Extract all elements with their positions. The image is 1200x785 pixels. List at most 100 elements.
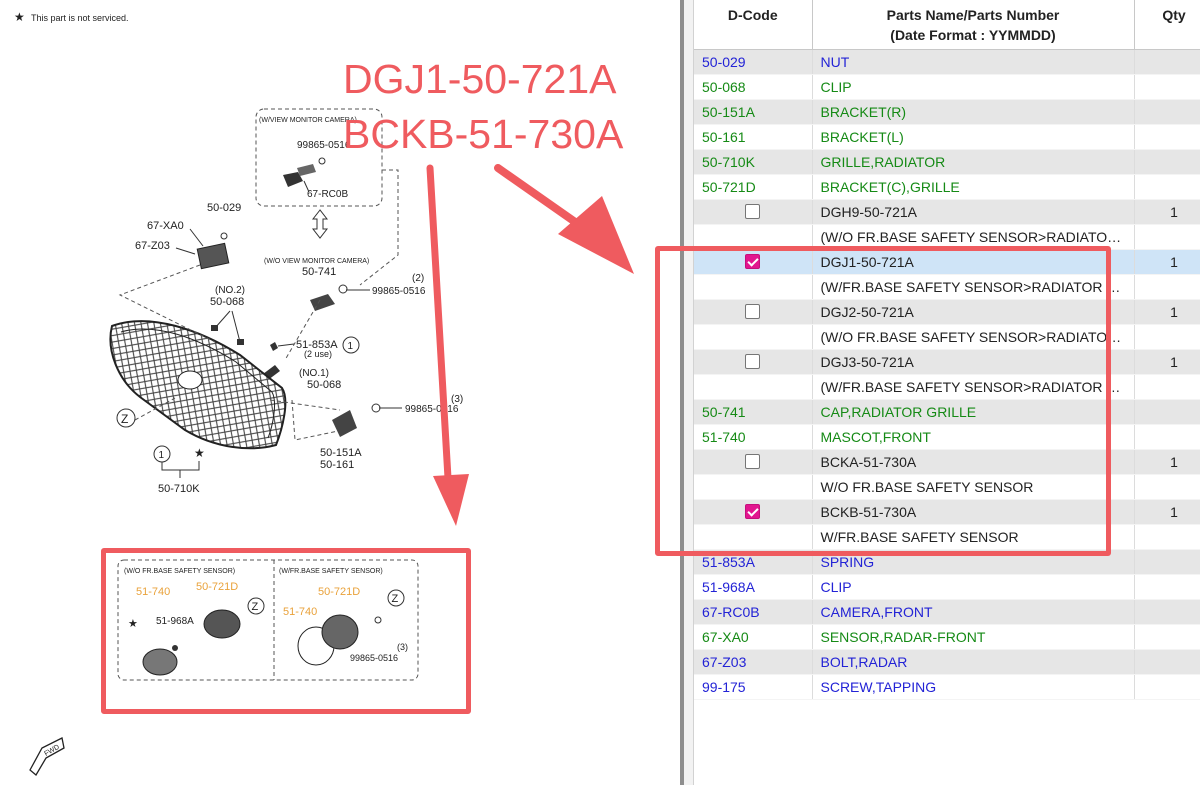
table-row-option[interactable]: BCKB-51-730A 1 — [694, 499, 1200, 525]
checkbox-unchecked[interactable] — [745, 304, 761, 320]
dcode-link[interactable]: 50-741 — [694, 399, 813, 425]
option-checkbox-cell — [694, 299, 813, 325]
table-header-row: D-Code Parts Name/Parts Number (Date For… — [694, 0, 1200, 50]
part-name-link[interactable]: BRACKET(R) — [812, 99, 1135, 125]
table-row-part[interactable]: 50-151A BRACKET(R) — [694, 99, 1200, 125]
checkbox-unchecked[interactable] — [745, 354, 761, 370]
dcode-link[interactable]: 67-XA0 — [694, 624, 813, 650]
parts-list-panel: D-Code Parts Name/Parts Number (Date For… — [694, 0, 1200, 785]
table-row-part[interactable]: 50-721D BRACKET(C),GRILLE — [694, 174, 1200, 200]
svg-text:(NO.1): (NO.1) — [299, 368, 329, 379]
part-name-link[interactable]: CLIP — [812, 574, 1135, 600]
column-header-parts-name[interactable]: Parts Name/Parts Number (Date Format : Y… — [812, 0, 1135, 50]
radiator-grille-icon — [109, 320, 287, 450]
qty-cell: 1 — [1134, 299, 1200, 325]
qty-cell — [1134, 649, 1200, 675]
table-row-option[interactable]: DGJ1-50-721A 1 — [694, 249, 1200, 275]
dcode-link[interactable]: 50-151A — [694, 99, 813, 125]
double-arrow-icon — [311, 209, 329, 239]
svg-text:67-XA0: 67-XA0 — [147, 220, 184, 232]
svg-text:51-740: 51-740 — [136, 586, 170, 598]
dcode-link[interactable]: 50-721D — [694, 174, 813, 200]
fwd-arrow-icon: FWD — [29, 737, 65, 776]
empty-cell — [694, 374, 813, 400]
qty-cell — [1134, 399, 1200, 425]
part-name-link[interactable]: BRACKET(C),GRILLE — [812, 174, 1135, 200]
dcode-link[interactable]: 50-161 — [694, 124, 813, 150]
part-name-link[interactable]: MASCOT,FRONT — [812, 424, 1135, 450]
part-name-link[interactable]: CAP,RADIATOR GRILLE — [812, 399, 1135, 425]
table-row-option[interactable]: DGJ2-50-721A 1 — [694, 299, 1200, 325]
part-number: DGJ3-50-721A — [812, 349, 1135, 375]
table-row-part[interactable]: 99-175 SCREW,TAPPING — [694, 674, 1200, 700]
qty-cell — [1134, 274, 1200, 300]
star-icon: ★ — [128, 618, 138, 630]
table-row-part[interactable]: 50-068 CLIP — [694, 74, 1200, 100]
option-condition-note: W/FR.BASE SAFETY SENSOR — [812, 524, 1135, 550]
dcode-link[interactable]: 50-068 — [694, 74, 813, 100]
table-row-part[interactable]: 50-741 CAP,RADIATOR GRILLE — [694, 399, 1200, 425]
table-row-part[interactable]: 51-740 MASCOT,FRONT — [694, 424, 1200, 450]
option-condition-note: (W/O FR.BASE SAFETY SENSOR>RADIATOR GRIL… — [812, 224, 1135, 250]
table-row-part[interactable]: 51-853A SPRING — [694, 549, 1200, 575]
svg-text:(3): (3) — [397, 642, 408, 652]
dcode-link[interactable]: 51-853A — [694, 549, 813, 575]
part-name-link[interactable]: BOLT,RADAR — [812, 649, 1135, 675]
qty-cell — [1134, 599, 1200, 625]
dcode-link[interactable]: 50-029 — [694, 49, 813, 75]
qty-cell — [1134, 549, 1200, 575]
part-name-link[interactable]: SPRING — [812, 549, 1135, 575]
svg-text:Z: Z — [252, 601, 259, 613]
svg-text:Z: Z — [392, 593, 399, 605]
table-row-part[interactable]: 67-RC0B CAMERA,FRONT — [694, 599, 1200, 625]
parts-diagram-panel: ★ This part is not serviced. (W/VIEW MON… — [0, 0, 680, 785]
part-name-link[interactable]: NUT — [812, 49, 1135, 75]
parts-table-body: 50-029 NUT 50-068 CLIP 50-151A BRACKET(R) 50-1… — [694, 49, 1200, 700]
checkbox-checked[interactable] — [745, 254, 761, 270]
checkbox-unchecked[interactable] — [745, 454, 761, 470]
table-row-part[interactable]: 51-968A CLIP — [694, 574, 1200, 600]
option-condition-note: (W/FR.BASE SAFETY SENSOR>RADIATOR GRILLE… — [812, 274, 1135, 300]
option-checkbox-cell — [694, 199, 813, 225]
qty-cell — [1134, 674, 1200, 700]
dcode-link[interactable]: 51-740 — [694, 424, 813, 450]
qty-cell — [1134, 524, 1200, 550]
table-row-part[interactable]: 67-XA0 SENSOR,RADAR-FRONT — [694, 624, 1200, 650]
part-name-link[interactable]: BRACKET(L) — [812, 124, 1135, 150]
dcode-link[interactable]: 67-RC0B — [694, 599, 813, 625]
qty-cell — [1134, 99, 1200, 125]
part-number: BCKA-51-730A — [812, 449, 1135, 475]
part-number: BCKB-51-730A — [812, 499, 1135, 525]
table-row-option[interactable]: DGJ3-50-721A 1 — [694, 349, 1200, 375]
dcode-link[interactable]: 99-175 — [694, 674, 813, 700]
table-row-part[interactable]: 50-161 BRACKET(L) — [694, 124, 1200, 150]
dcode-link[interactable]: 50-710K — [694, 149, 813, 175]
camera-front-icon — [283, 157, 326, 193]
panel-splitter[interactable] — [680, 0, 694, 785]
column-header-dcode[interactable]: D-Code — [694, 0, 813, 50]
part-name-link[interactable]: CLIP — [812, 74, 1135, 100]
star-icon: ★ — [14, 10, 25, 24]
column-header-qty[interactable]: Qty — [1134, 0, 1200, 50]
spring-icon — [263, 342, 295, 380]
part-name-link[interactable]: GRILLE,RADIATOR — [812, 149, 1135, 175]
checkbox-unchecked[interactable] — [745, 204, 761, 220]
checkbox-checked[interactable] — [745, 504, 761, 520]
table-row-part[interactable]: 50-029 NUT — [694, 49, 1200, 75]
table-row-part[interactable]: 50-710K GRILLE,RADIATOR — [694, 149, 1200, 175]
part-name-link[interactable]: SENSOR,RADAR-FRONT — [812, 624, 1135, 650]
table-row-part[interactable]: 67-Z03 BOLT,RADAR — [694, 649, 1200, 675]
part-name-link[interactable]: CAMERA,FRONT — [812, 599, 1135, 625]
svg-text:50-161: 50-161 — [320, 459, 354, 471]
dcode-link[interactable]: 67-Z03 — [694, 649, 813, 675]
part-name-link[interactable]: SCREW,TAPPING — [812, 674, 1135, 700]
svg-text:Z: Z — [121, 412, 128, 426]
svg-text:99865-0516: 99865-0516 — [350, 653, 398, 663]
option-checkbox-cell — [694, 349, 813, 375]
svg-text:51-740: 51-740 — [283, 606, 317, 618]
star-icon: ★ — [194, 446, 205, 460]
table-row-option[interactable]: BCKA-51-730A 1 — [694, 449, 1200, 475]
table-row-option[interactable]: DGH9-50-721A 1 — [694, 199, 1200, 225]
svg-text:(2): (2) — [412, 273, 424, 284]
dcode-link[interactable]: 51-968A — [694, 574, 813, 600]
